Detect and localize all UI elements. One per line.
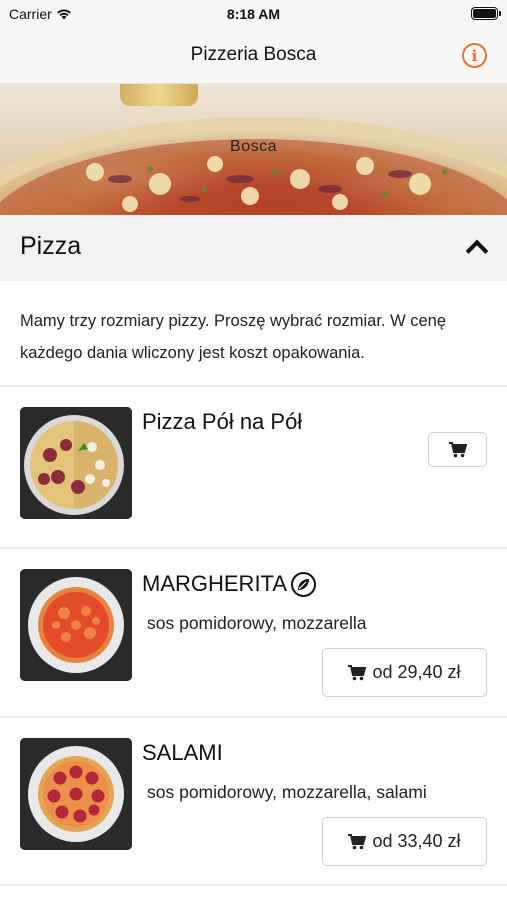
item-ingredients: sos pomidorowy, mozzarella <box>147 613 367 633</box>
item-ingredients: sos pomidorowy, mozzarella, salami <box>147 782 427 802</box>
add-to-cart-button[interactable]: od 33,40 zł <box>322 817 487 866</box>
divider <box>0 884 507 886</box>
navigation-bar: Pizzeria Bosca i <box>0 28 507 84</box>
info-icon[interactable]: i <box>462 43 487 68</box>
cart-icon <box>448 441 467 457</box>
cart-icon <box>348 833 367 849</box>
page-title: Pizzeria Bosca <box>190 44 317 65</box>
pizza-thumbnail <box>20 738 132 850</box>
item-name: SALAMI <box>142 740 223 765</box>
price-label: od 33,40 zł <box>372 831 461 851</box>
add-to-cart-button[interactable]: od 29,40 zł <box>322 648 487 697</box>
pizza-thumbnail <box>20 569 132 681</box>
price-label: od 29,40 zł <box>372 662 461 682</box>
hero-banner: Bosca <box>0 84 507 215</box>
item-name: Pizza Pół na Pół <box>142 409 303 434</box>
hero-brand-text: Bosca <box>230 138 277 155</box>
status-time: 8:18 AM <box>226 6 281 22</box>
item-name-row: MARGHERITA <box>142 571 317 597</box>
menu-item-pizza-pol-na-pol[interactable]: Pizza Pół na Pół <box>0 387 507 547</box>
pizza-thumbnail <box>20 407 132 519</box>
battery-icon <box>471 7 501 20</box>
item-name: MARGHERITA <box>142 571 288 596</box>
section-description: Mamy trzy rozmiary pizzy. Proszę wybrać … <box>20 312 447 362</box>
add-to-cart-button[interactable] <box>428 432 487 467</box>
cart-icon <box>348 664 367 680</box>
menu-item-margherita[interactable]: MARGHERITA sos pomidorowy, mozzarella od… <box>0 549 507 709</box>
status-bar: Carrier 8:18 AM <box>0 0 507 28</box>
menu-item-salami[interactable]: SALAMI sos pomidorowy, mozzarella, salam… <box>0 718 507 878</box>
section-title: Pizza <box>20 232 82 260</box>
vegetarian-leaf-icon <box>291 571 317 597</box>
chevron-up-icon <box>465 239 489 263</box>
section-header-pizza[interactable]: Pizza <box>0 215 507 281</box>
